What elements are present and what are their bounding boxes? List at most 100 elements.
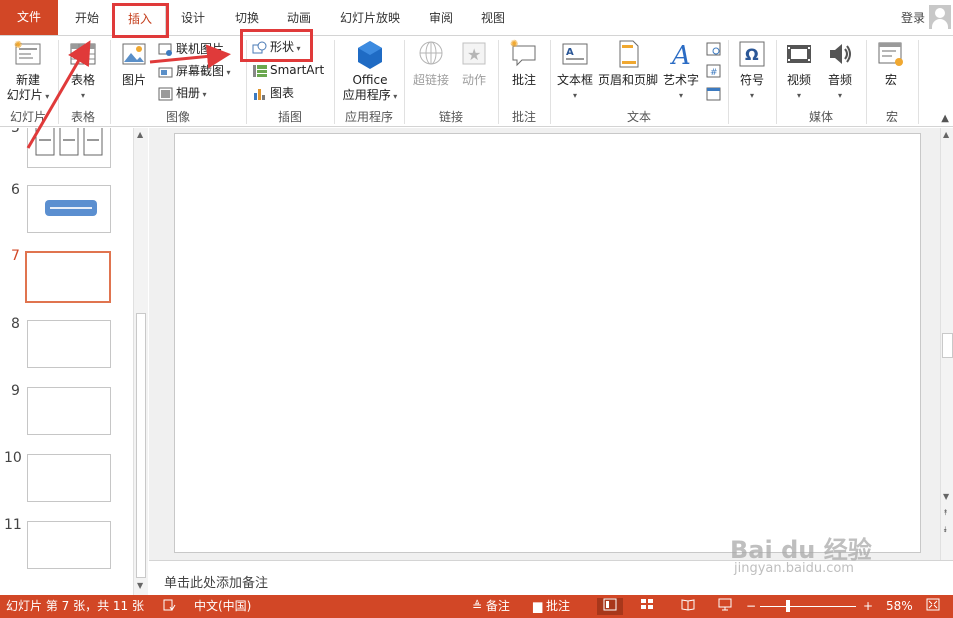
slide-sorter-view-icon[interactable] [640,598,654,615]
zoom-out-icon[interactable]: − [746,598,756,615]
macro-label: 宏 [884,73,897,87]
normal-view-button[interactable] [597,598,623,615]
macro-icon [876,38,906,70]
slide-thumbnail-11[interactable] [27,521,111,569]
next-slide-icon[interactable]: ⯯ [943,525,948,535]
chart-button[interactable]: 图表 [252,83,294,103]
textbox-button[interactable]: A 文本框 ▾ [554,38,596,103]
picture-button[interactable]: 图片 [114,38,154,88]
shapes-button[interactable]: 形状 ▾ [252,37,301,57]
slideshow-view-icon[interactable] [718,598,732,615]
tab-file[interactable]: 文件 [0,0,58,35]
wordart-dropdown-caret: ▾ [678,91,683,100]
tab-transitions[interactable]: 切换 [222,8,272,28]
table-dropdown-caret: ▾ [80,91,85,100]
group-separator [918,40,919,124]
scroll-down-arrow-icon[interactable]: ▼ [943,492,949,501]
scroll-down-arrow-icon[interactable]: ▼ [137,581,143,590]
photo-album-button[interactable]: 相册 ▾ [158,83,207,103]
video-button[interactable]: 视频 ▾ [780,38,818,103]
wordart-icon: A [666,38,696,71]
previous-slide-icon[interactable]: ⯭ [943,508,948,518]
symbol-button[interactable]: Ω 符号 ▾ [732,38,772,103]
zoom-slider-track[interactable] [760,606,856,607]
textbox-icon: A [560,38,590,70]
new-slide-icon: ✺ [13,38,43,70]
wordart-button[interactable]: A 艺术字 ▾ [660,38,702,103]
notes-placeholder: 单击此处添加备注 [164,576,269,591]
tab-view[interactable]: 视图 [468,8,518,28]
slide-scrollbar-thumb[interactable] [942,333,953,358]
notes-toggle-button[interactable]: ≜ 备注 [472,598,510,615]
date-time-button[interactable] [706,38,724,58]
scroll-up-arrow-icon[interactable]: ▲ [137,130,143,139]
notes-pane[interactable]: 单击此处添加备注 [149,560,953,595]
hyperlink-label: 超链接 [412,73,449,87]
tab-insert[interactable]: 插入 [114,4,166,36]
header-footer-button[interactable]: 页眉和页脚 [596,38,660,88]
current-slide-canvas[interactable] [174,133,921,553]
comments-toggle-button[interactable]: ▆ 批注 [533,598,570,615]
svg-text:Ω: Ω [745,45,759,64]
photo-album-icon [158,87,174,101]
zoom-level[interactable]: 58% [886,598,913,615]
thumbnail-number: 5 [11,128,20,136]
new-slide-button[interactable]: ✺ 新建 幻灯片 ▾ [2,38,54,104]
zoom-slider-knob[interactable] [786,600,790,612]
fit-to-window-icon[interactable] [926,598,940,615]
group-label-text: 文本 [626,110,651,124]
group-label-comments: 批注 [511,110,536,124]
slide-thumbnail-7-selected[interactable] [25,251,111,303]
slide-thumbnail-9[interactable] [27,387,111,435]
action-button[interactable]: ★ 动作 [456,38,492,88]
office-apps-label-1: Office [352,73,388,87]
table-icon [68,38,98,70]
thumbnail-scrollbar[interactable]: ▲ ▼ [133,128,148,595]
comment-button[interactable]: ✺ 批注 [504,38,544,88]
slide-thumbnail-5[interactable] [27,128,111,168]
office-apps-button[interactable]: Office 应用程序 ▾ [338,38,402,104]
slide-number-icon: # [706,64,722,78]
scroll-up-arrow-icon[interactable]: ▲ [943,130,949,139]
hyperlink-globe-icon [416,38,446,70]
slide-scrollbar[interactable]: ▲ ▼ ⯭ ⯯ [940,128,953,560]
slide-number-button[interactable]: # [706,60,724,80]
thumbnail-scrollbar-thumb[interactable] [136,313,146,578]
online-pictures-button[interactable]: 联机图片 [158,39,224,59]
online-pictures-icon [158,43,174,57]
hyperlink-button[interactable]: 超链接 [410,38,452,88]
group-label-apps: 应用程序 [344,110,393,124]
screenshot-button[interactable]: 屏幕截图 ▾ [158,61,231,81]
slide-thumbnail-10[interactable] [27,454,111,502]
user-avatar-icon[interactable] [929,5,951,29]
spelling-check-icon[interactable] [162,598,176,615]
sign-in-link[interactable]: 登录 [901,9,925,26]
tab-review[interactable]: 审阅 [416,8,466,28]
svg-text:#: # [710,68,718,78]
tab-animations[interactable]: 动画 [274,8,324,28]
svg-text:A: A [566,47,574,58]
audio-button[interactable]: 音频 ▾ [820,38,860,103]
chart-icon [252,87,268,101]
new-slide-label-2: 幻灯片 ▾ [6,88,50,102]
slide-thumbnail-8[interactable] [27,320,111,368]
shapes-icon [252,41,268,55]
tab-slideshow[interactable]: 幻灯片放映 [332,8,408,28]
reading-view-icon[interactable] [681,598,695,615]
action-star-icon: ★ [459,38,489,70]
table-button[interactable]: 表格 ▾ [62,38,104,103]
object-button[interactable] [706,83,724,103]
thumbnail-number: 11 [4,517,22,533]
smartart-button[interactable]: SmartArt [252,60,324,80]
group-label-images: 图像 [165,110,190,124]
macro-button[interactable]: 宏 [870,38,912,88]
group-label-tables: 表格 [70,110,95,124]
collapse-ribbon-icon[interactable]: ▲ [941,113,949,124]
zoom-in-icon[interactable]: + [863,598,873,615]
thumbnail-number: 6 [11,182,20,198]
comments-icon: ▆ [533,599,547,613]
tab-home[interactable]: 开始 [62,8,112,28]
slide-thumbnail-6[interactable] [27,185,111,233]
tab-design[interactable]: 设计 [168,8,218,28]
language-status[interactable]: 中文(中国) [194,598,251,615]
